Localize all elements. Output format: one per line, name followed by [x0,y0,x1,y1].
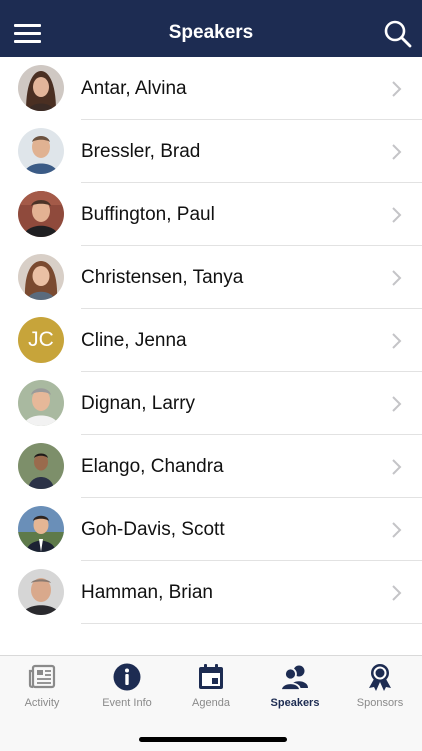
speaker-name: Goh-Davis, Scott [81,519,225,540]
home-indicator [139,737,287,742]
speaker-row[interactable]: Elango, Chandra [0,435,422,498]
tab-label: Event Info [102,697,152,709]
speaker-avatar [18,191,64,237]
speaker-row[interactable]: Goh-Davis, Scott [0,498,422,561]
people-icon [280,662,310,692]
newspaper-icon [27,662,57,692]
speaker-name: Bressler, Brad [81,141,201,162]
speaker-name: Christensen, Tanya [81,267,244,288]
speaker-name: Buffington, Paul [81,204,215,225]
speaker-initials: JC [28,328,54,351]
chevron-right-icon [390,268,402,288]
chevron-right-icon [390,520,402,540]
speaker-avatar [18,380,64,426]
speaker-row[interactable]: Antar, Alvina [0,57,422,120]
speaker-avatar [18,569,64,615]
tab-activity[interactable]: Activity [0,656,84,716]
tab-speakers[interactable]: Speakers [253,656,337,716]
speaker-avatar [18,65,64,111]
speaker-name: Hamman, Brian [81,582,213,603]
chevron-right-icon [390,457,402,477]
speaker-row[interactable]: Hamman, Brian [0,561,422,624]
top-nav-bar: Speakers [0,0,422,57]
info-icon [112,662,142,692]
speaker-row[interactable]: Dignan, Larry [0,372,422,435]
speaker-name: Cline, Jenna [81,330,187,351]
chevron-right-icon [390,583,402,603]
speaker-avatar [18,128,64,174]
chevron-right-icon [390,205,402,225]
tab-agenda[interactable]: Agenda [169,656,253,716]
speaker-avatar [18,506,64,552]
speaker-row[interactable]: JC Cline, Jenna [0,309,422,372]
tab-label: Activity [24,697,60,709]
search-icon[interactable] [383,19,413,49]
speaker-avatar [18,443,64,489]
speaker-row[interactable]: Bressler, Brad [0,120,422,183]
tab-label: Sponsors [356,697,404,709]
tab-event-info[interactable]: Event Info [85,656,169,716]
chevron-right-icon [390,142,402,162]
speaker-name: Antar, Alvina [81,78,187,99]
tab-label: Agenda [192,697,230,709]
tab-label: Speakers [270,697,320,709]
speaker-row[interactable]: Buffington, Paul [0,183,422,246]
speaker-row[interactable]: Christensen, Tanya [0,246,422,309]
chevron-right-icon [390,394,402,414]
speaker-avatar: JC [18,317,64,363]
chevron-right-icon [390,79,402,99]
row-divider [81,623,422,624]
speaker-avatar [18,254,64,300]
speaker-name: Elango, Chandra [81,456,224,477]
award-ribbon-icon [365,662,395,692]
calendar-icon [196,662,226,692]
speaker-name: Dignan, Larry [81,393,196,414]
speaker-list: Antar, Alvina Bressler, Brad Buffington,… [0,57,422,624]
chevron-right-icon [390,331,402,351]
tab-sponsors[interactable]: Sponsors [338,656,422,716]
